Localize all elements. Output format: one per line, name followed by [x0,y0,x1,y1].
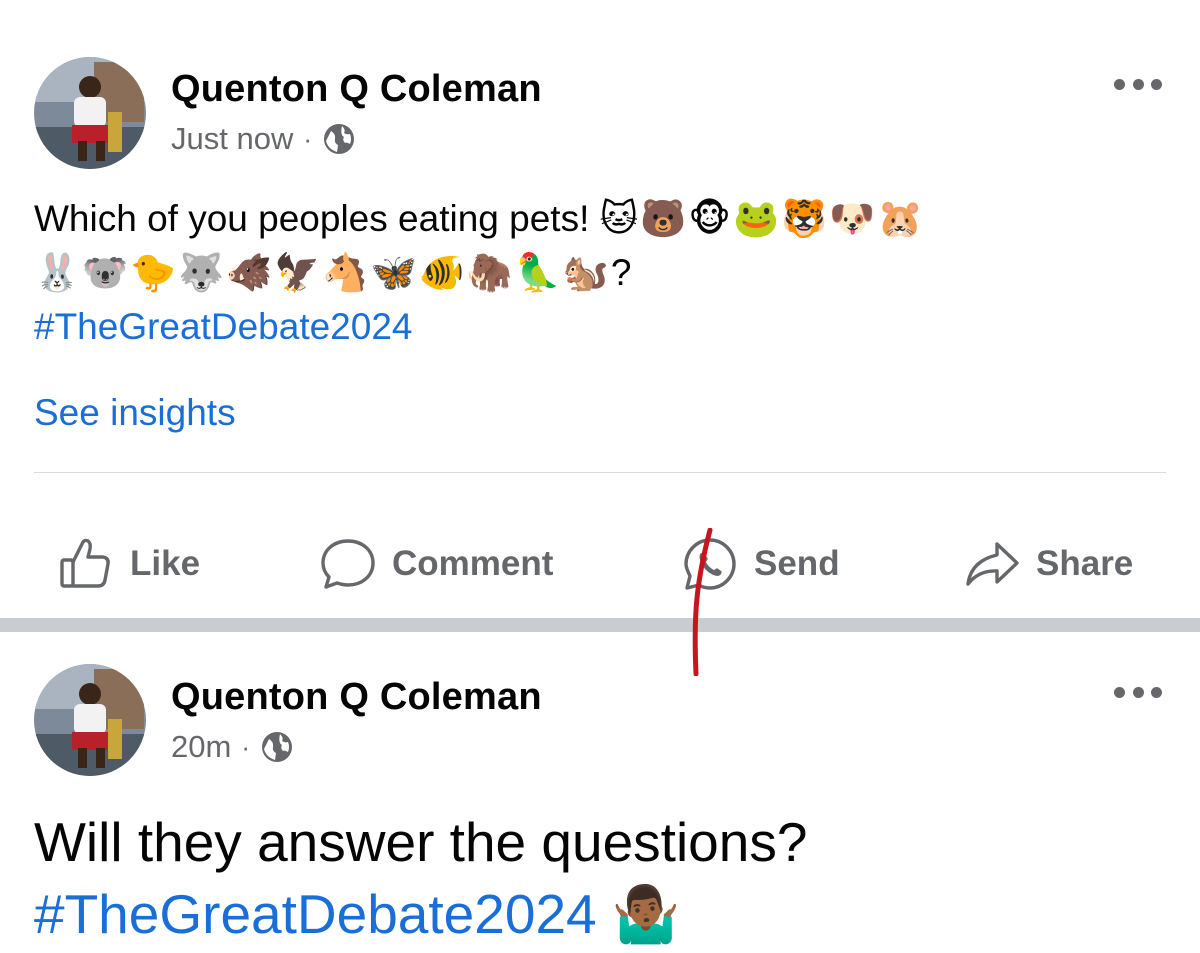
like-label: Like [130,544,201,583]
share-button[interactable]: Share [962,532,1133,596]
meta-separator: · [303,123,313,154]
shrug-emoji: 🤷🏾‍♂️ [611,883,681,945]
hashtag-link[interactable]: #TheGreatDebate2024 [34,306,413,347]
whatsapp-icon [680,534,740,594]
post-meta: Just now · [171,121,356,157]
like-button[interactable]: Like [56,532,200,596]
action-divider [34,472,1166,473]
comment-button[interactable]: Comment [318,532,553,596]
post-separator [0,618,1200,632]
author-avatar[interactable] [34,664,146,776]
animal-emoji-row-2: 🐰🐨🐤🐺🐗🦅🐴🦋🐠🦣🦜🐿️ [34,252,611,293]
globe-icon [260,730,294,764]
post-card-1: Quenton Q Coleman Just now · Which of yo… [0,0,1200,618]
share-label: Share [1036,544,1134,583]
post-text: Which of you peoples eating pets! [34,198,590,239]
post-text-line-1: Which of you peoples eating pets! 🐱🐻🐵🐸🐯🐶… [34,192,1164,246]
post-timestamp[interactable]: 20m [171,729,231,765]
animal-emoji-row-1: 🐱🐻🐵🐸🐯🐶🐹 [599,198,926,239]
post-body: Which of you peoples eating pets! 🐱🐻🐵🐸🐯🐶… [34,192,1164,354]
send-label: Send [754,544,840,583]
comment-bubble-icon [318,534,378,594]
comment-label: Comment [392,544,554,583]
share-arrow-icon [962,534,1022,594]
thumbs-up-icon [56,534,116,594]
send-whatsapp-button[interactable]: Send [680,532,840,596]
post-meta: 20m · [171,729,294,765]
author-avatar[interactable] [34,57,146,169]
post-timestamp[interactable]: Just now [171,121,293,157]
post-text: Will they answer the questions? [34,811,808,873]
see-insights-link[interactable]: See insights [34,392,236,434]
question-mark: ? [610,252,632,293]
author-name[interactable]: Quenton Q Coleman [171,676,542,719]
post-text-line-2: 🐰🐨🐤🐺🐗🦅🐴🦋🐠🦣🦜🐿️? [34,246,1164,300]
meta-separator: · [241,731,250,762]
author-name[interactable]: Quenton Q Coleman [171,68,542,111]
hashtag-link[interactable]: #TheGreatDebate2024 [34,883,597,945]
post-body: Will they answer the questions? #TheGrea… [34,806,807,950]
globe-icon [322,122,356,156]
more-options-icon[interactable] [1114,74,1162,94]
more-options-icon[interactable] [1114,682,1162,702]
